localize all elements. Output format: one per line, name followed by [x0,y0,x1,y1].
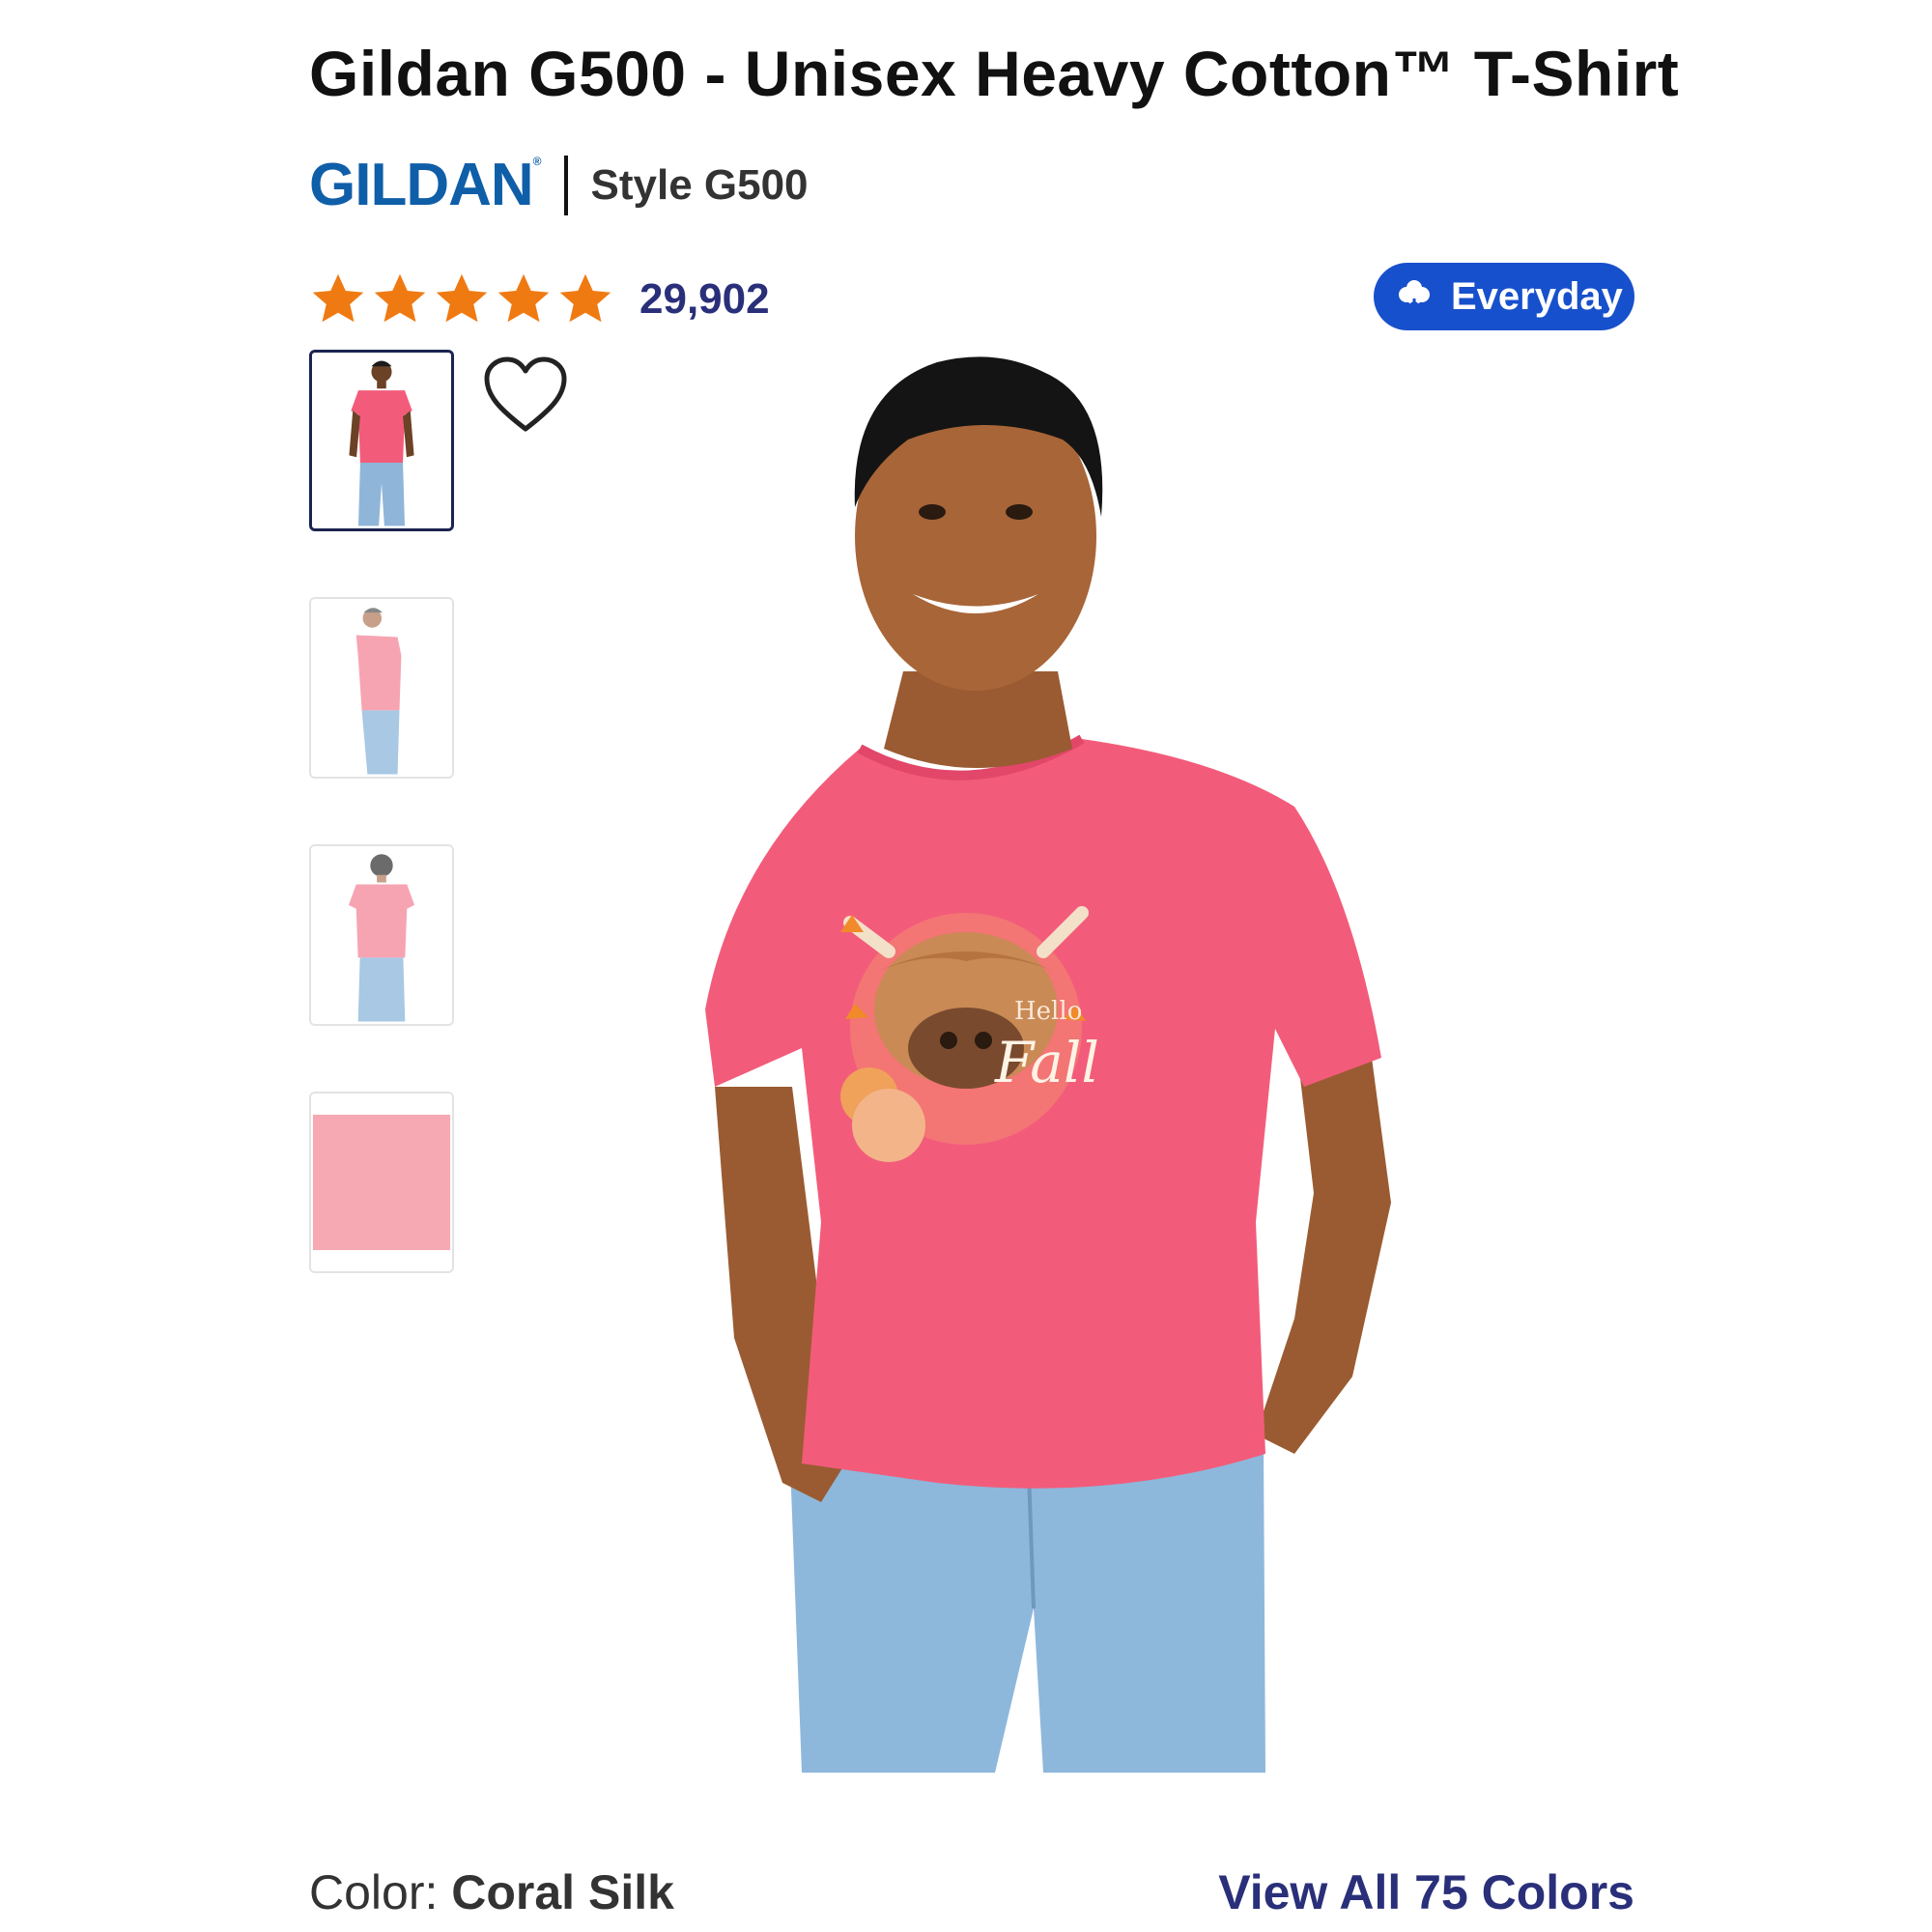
star-rating[interactable] [309,270,614,328]
thumbnail-side[interactable] [309,597,454,779]
thumbnail-swatch[interactable] [309,1092,454,1273]
color-label: Color: Coral Silk [309,1864,674,1920]
style-number: Style G500 [590,161,809,209]
badge-label: Everyday [1451,274,1623,318]
thumbnail-back-image [311,846,452,1024]
brand-logo-text: GILDAN [309,152,534,218]
everyday-badge: Everyday [1374,263,1634,330]
main-product-image: Hello Fall [705,356,1391,1773]
rating-row[interactable]: 29,902 [309,270,770,328]
heart-icon[interactable] [481,354,570,435]
color-row: Color: Coral Silk View All 75 Colors [309,1864,1634,1922]
thumbnail-front-image [312,353,451,528]
color-swatch-image [311,1094,452,1271]
thumbnail-side-image [311,599,452,777]
star-icon [374,273,426,323]
product-title: Gildan G500 - Unisex Heavy Cotton™ T-Shi… [309,38,1680,109]
brand-logo[interactable]: GILDAN® [309,156,541,215]
brand-row: GILDAN® Style G500 [309,155,809,216]
star-icon [312,273,364,323]
review-count[interactable]: 29,902 [639,275,770,324]
star-icon [559,273,611,323]
print-text-hello: Hello [1014,997,1082,1026]
color-label-text: Color: [309,1865,452,1919]
star-icon [436,273,488,323]
thumbnail-front[interactable] [309,350,454,531]
right-arm [1256,1029,1391,1454]
star-icon [497,273,550,323]
print-text-fall: Fall [994,1030,1099,1095]
view-all-colors-link[interactable]: View All 75 Colors [1218,1864,1634,1920]
divider [563,156,568,215]
thumbnail-back[interactable] [309,844,454,1026]
cotton-flower-icon [1393,275,1435,318]
color-value: Coral Silk [451,1865,674,1919]
